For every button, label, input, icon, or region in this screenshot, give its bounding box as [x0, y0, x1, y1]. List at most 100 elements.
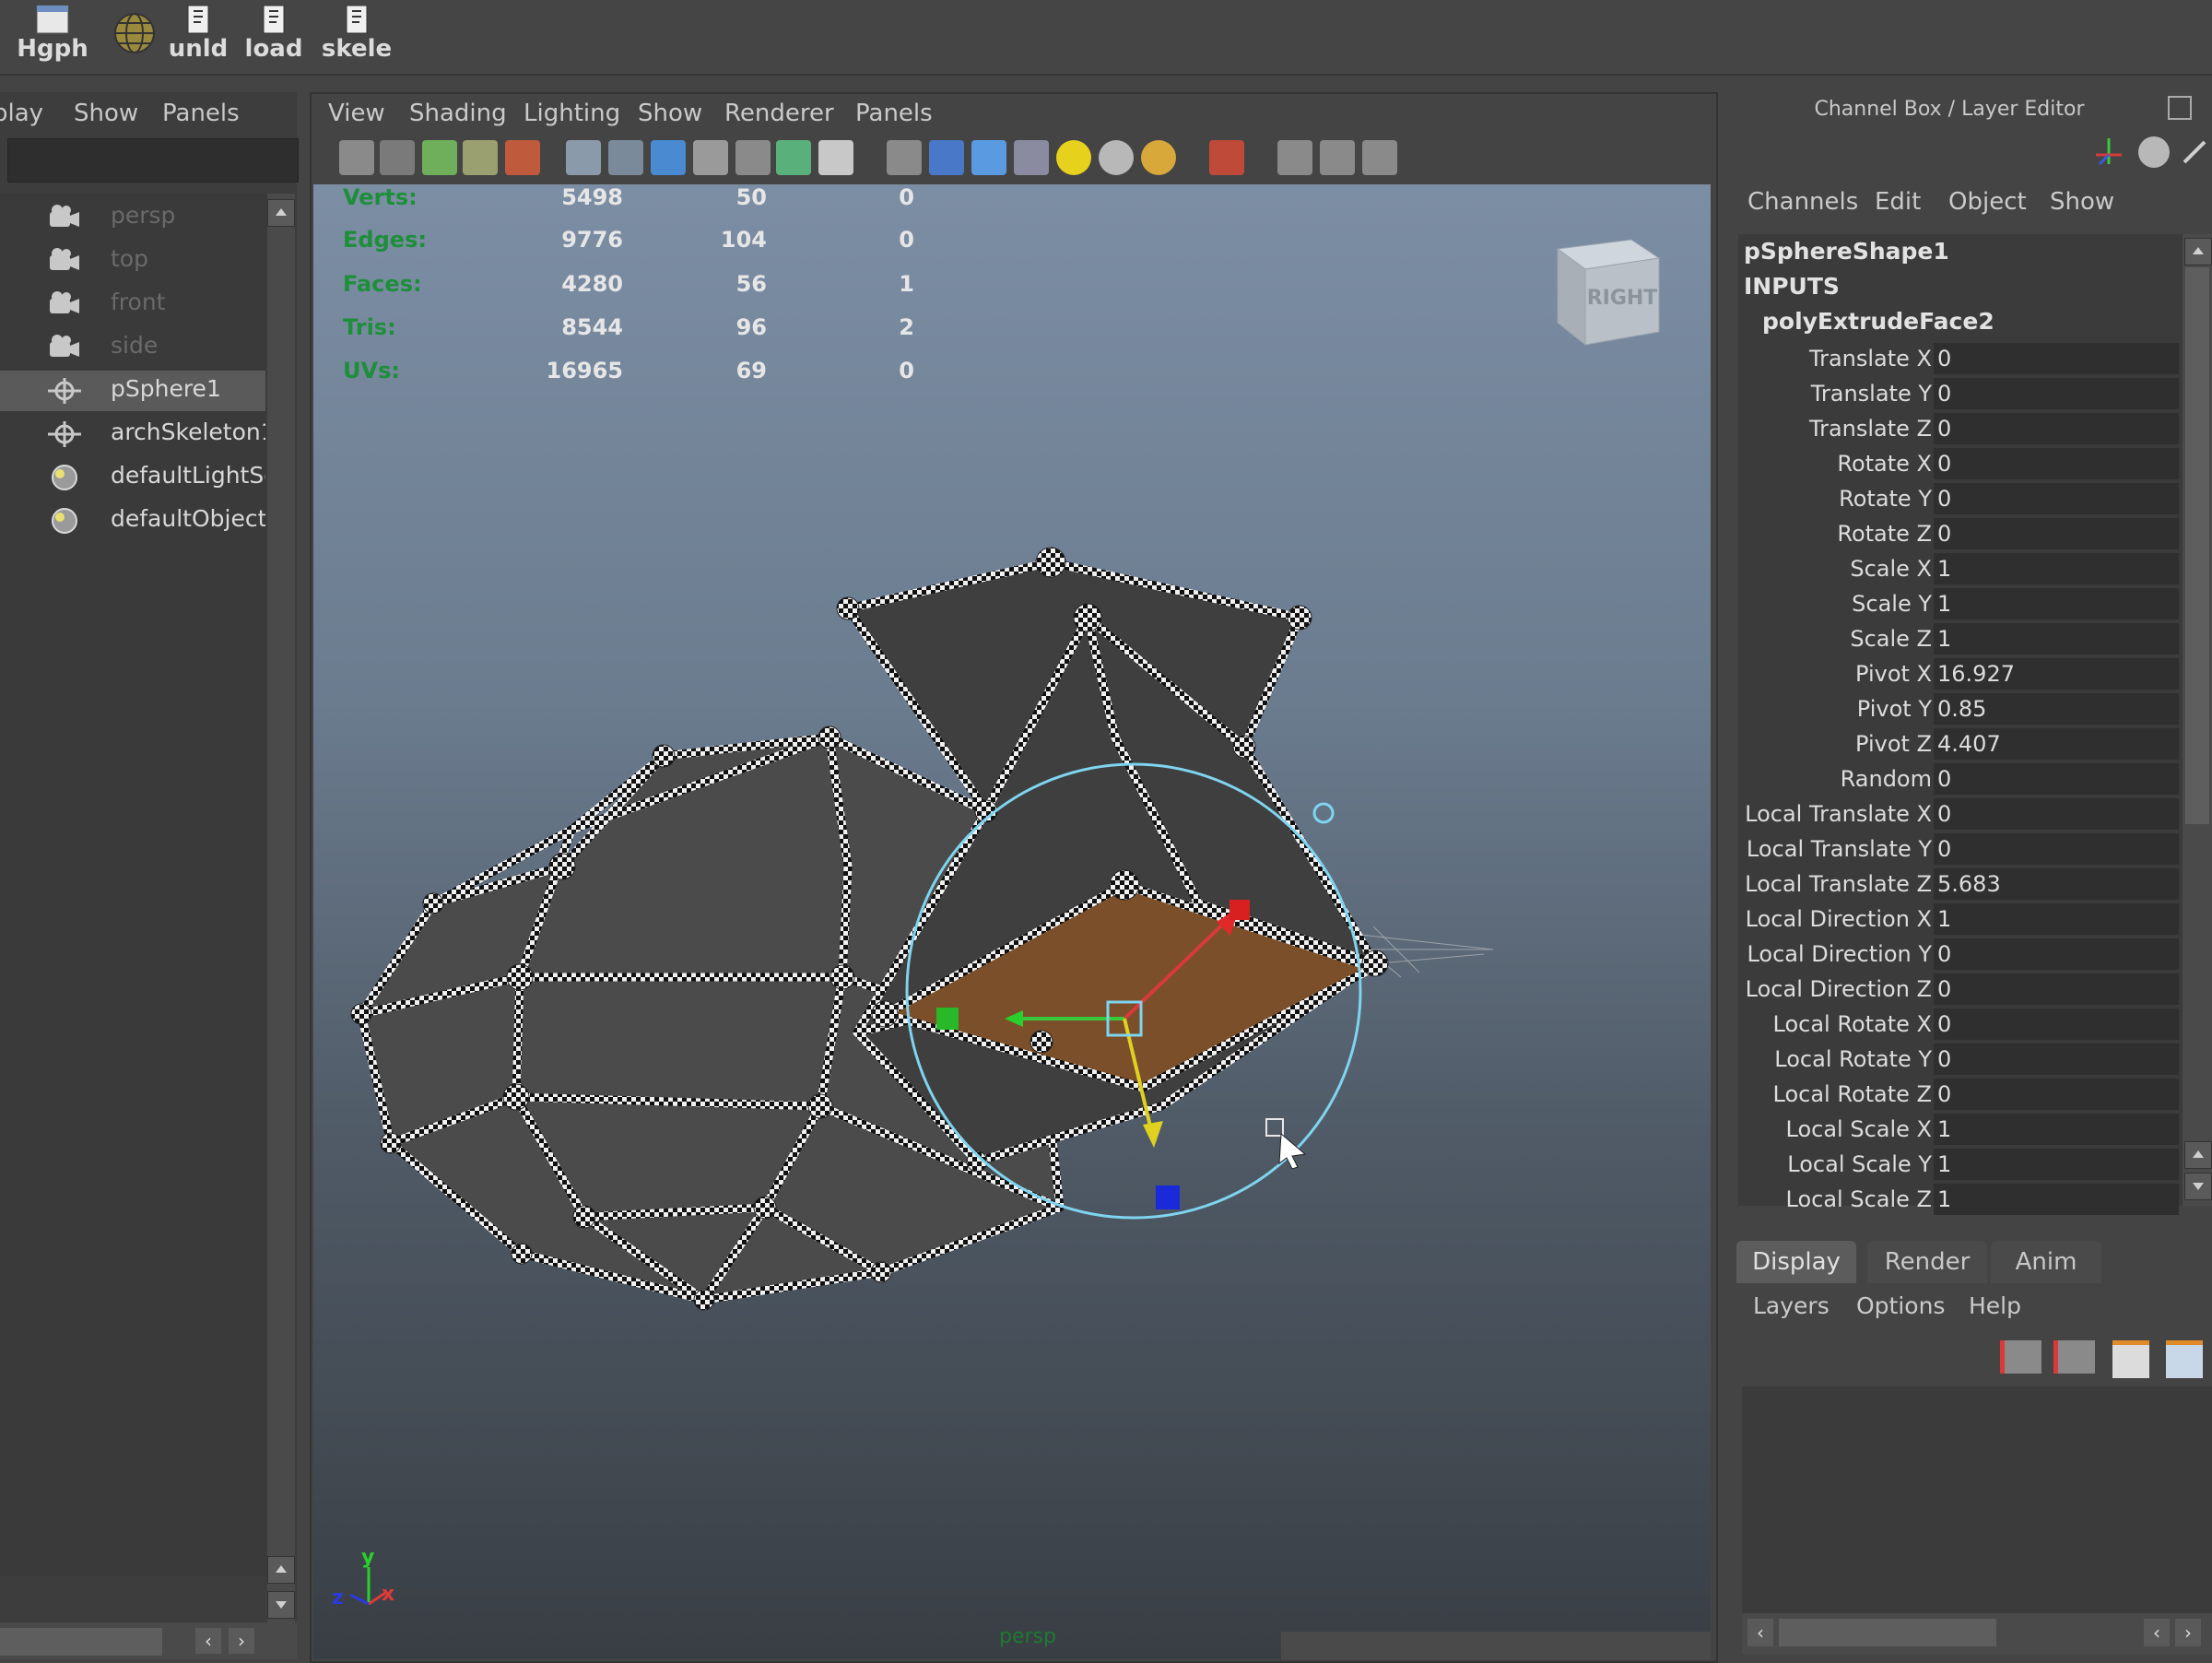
- shadows-icon[interactable]: [1099, 140, 1134, 175]
- shelf-button-hypergraph[interactable]: Hgph: [13, 2, 92, 68]
- channel-row[interactable]: Rotate Y0: [1738, 481, 2183, 516]
- viewport-scrollbar[interactable]: [1281, 1632, 1711, 1659]
- viewport-menu-shading[interactable]: Shading: [409, 100, 507, 127]
- channel-row[interactable]: Random 0: [1738, 761, 2183, 796]
- bookmark-icon[interactable]: [422, 140, 457, 175]
- channel-value-field[interactable]: 1: [1934, 623, 2179, 655]
- scroll-up-button[interactable]: [2184, 1141, 2212, 1169]
- channel-row[interactable]: Rotate X0: [1738, 446, 2183, 481]
- channel-row[interactable]: Translate Y0: [1738, 376, 2183, 411]
- channel-value-field[interactable]: 4.407: [1934, 728, 2179, 760]
- x-ray-joints-icon[interactable]: [1320, 140, 1355, 175]
- channel-value-field[interactable]: 0: [1934, 763, 2179, 795]
- channel-speed-icon[interactable]: [2138, 136, 2170, 168]
- channel-value-field[interactable]: 0: [1934, 518, 2179, 549]
- channel-row[interactable]: Local Translate X0: [1738, 796, 2183, 832]
- channel-row[interactable]: Local Rotate Z0: [1738, 1077, 2183, 1112]
- select-camera-icon[interactable]: [339, 140, 374, 175]
- image-plane-icon[interactable]: [463, 140, 498, 175]
- scroll-down-button[interactable]: [2184, 1173, 2212, 1200]
- channel-value-field[interactable]: 1: [1934, 1114, 2179, 1145]
- resolution-gate-icon[interactable]: [651, 140, 686, 175]
- channel-row[interactable]: Local Direction X1: [1738, 902, 2183, 937]
- outliner-item-defaultobjectset[interactable]: defaultObjectS: [0, 501, 265, 541]
- channel-row[interactable]: Local Scale Y1: [1738, 1147, 2183, 1182]
- channel-row[interactable]: Scale Z1: [1738, 621, 2183, 656]
- gate-mask-icon[interactable]: [693, 140, 728, 175]
- outliner-vertical-scrollbar[interactable]: [267, 194, 295, 1622]
- two-d-pan-zoom-icon[interactable]: [505, 140, 540, 175]
- tab-render[interactable]: Render: [1867, 1241, 1987, 1283]
- outliner-item-psphere1[interactable]: pSphere1: [0, 371, 265, 411]
- channel-value-field[interactable]: 16.927: [1934, 658, 2179, 690]
- channel-value-field[interactable]: 0: [1934, 343, 2179, 374]
- channel-row[interactable]: Local Rotate Y0: [1738, 1042, 2183, 1077]
- viewport-menu-renderer[interactable]: Renderer: [724, 100, 834, 127]
- channel-row[interactable]: Local Rotate X0: [1738, 1007, 2183, 1042]
- outliner-item-defaultlightset[interactable]: defaultLightSe: [0, 457, 265, 498]
- outliner-filter-field[interactable]: [7, 138, 299, 183]
- high-quality-icon[interactable]: [1141, 140, 1176, 175]
- channel-value-field[interactable]: 0: [1934, 448, 2179, 479]
- scrollbar-thumb[interactable]: [2185, 267, 2209, 824]
- viewport-menu-view[interactable]: View: [328, 100, 385, 127]
- tab-anim[interactable]: Anim: [1991, 1241, 2101, 1283]
- channel-value-field[interactable]: 1: [1934, 1184, 2179, 1215]
- layer-menu-help[interactable]: Help: [1969, 1292, 2021, 1319]
- channel-row[interactable]: Local Translate Z 5.683: [1738, 867, 2183, 902]
- channel-row[interactable]: Pivot X 16.927: [1738, 656, 2183, 691]
- channel-value-field[interactable]: 0: [1934, 483, 2179, 514]
- outliner-item-side[interactable]: side: [0, 327, 265, 368]
- shelf-button-load[interactable]: load: [234, 2, 313, 68]
- channel-row[interactable]: Local Direction Z0: [1738, 972, 2183, 1007]
- channel-menu-object[interactable]: Object: [1948, 188, 2027, 216]
- wireframe-icon[interactable]: [887, 140, 922, 175]
- channel-row[interactable]: Translate X0: [1738, 341, 2183, 376]
- scroll-right-button[interactable]: ›: [2175, 1619, 2201, 1646]
- wireframe-on-shaded-icon[interactable]: [971, 140, 1006, 175]
- channel-value-field[interactable]: 0: [1934, 378, 2179, 409]
- scroll-up-button[interactable]: [2184, 238, 2212, 265]
- channel-value-field[interactable]: 0: [1934, 798, 2179, 830]
- new-layer-icon[interactable]: [2112, 1340, 2149, 1378]
- channel-value-field[interactable]: 0: [1934, 1008, 2179, 1040]
- viewport-menu-show[interactable]: Show: [638, 100, 702, 127]
- layer-editor-scrollbar[interactable]: ‹ ‹ ›: [1742, 1613, 2212, 1654]
- channel-row[interactable]: Rotate Z0: [1738, 516, 2183, 551]
- outliner-item-archskeleton1[interactable]: archSkeleton1: [0, 414, 265, 454]
- use-all-lights-icon[interactable]: [1056, 140, 1091, 175]
- scroll-up-button[interactable]: [267, 199, 295, 227]
- safe-title-icon[interactable]: [818, 140, 853, 175]
- shape-node-name[interactable]: pSphereShape1: [1744, 238, 1949, 265]
- move-layer-up-icon[interactable]: [2000, 1340, 2041, 1374]
- film-gate-icon[interactable]: [608, 140, 643, 175]
- channel-row[interactable]: Translate Z0: [1738, 411, 2183, 446]
- channel-value-field[interactable]: 0: [1934, 833, 2179, 865]
- channel-value-field[interactable]: 1: [1934, 1149, 2179, 1180]
- move-layer-down-icon[interactable]: [2053, 1340, 2095, 1374]
- channel-value-field[interactable]: 0: [1934, 1079, 2179, 1110]
- grid-icon[interactable]: [566, 140, 601, 175]
- channel-menu-edit[interactable]: Edit: [1875, 188, 1921, 216]
- manipulator-handle[interactable]: [1312, 802, 1335, 824]
- isolate-select-icon[interactable]: [1209, 140, 1244, 175]
- outliner-item-persp[interactable]: persp: [0, 197, 265, 238]
- camera-attributes-icon[interactable]: [380, 140, 415, 175]
- smooth-shade-icon[interactable]: [929, 140, 964, 175]
- x-ray-icon[interactable]: [1277, 140, 1312, 175]
- channel-row[interactable]: Local Scale X1: [1738, 1112, 2183, 1147]
- channel-menu-show[interactable]: Show: [2050, 188, 2114, 216]
- channel-row[interactable]: Local Direction Y0: [1738, 937, 2183, 972]
- input-node-name[interactable]: polyExtrudeFace2: [1762, 308, 1994, 335]
- outliner-item-front[interactable]: front: [0, 284, 265, 324]
- channel-row[interactable]: Scale X1: [1738, 551, 2183, 586]
- layer-menu-layers[interactable]: Layers: [1753, 1292, 1830, 1319]
- scroll-left-button[interactable]: ‹: [195, 1628, 221, 1654]
- tab-display[interactable]: Display: [1736, 1241, 1856, 1283]
- shelf-button-skele[interactable]: skele: [317, 2, 396, 68]
- channel-value-field[interactable]: 1: [1934, 903, 2179, 935]
- channel-box-scrollbar[interactable]: [2183, 234, 2212, 1206]
- channel-row[interactable]: Local Scale Z1: [1738, 1182, 2183, 1217]
- channel-value-field[interactable]: 5.683: [1934, 868, 2179, 900]
- scroll-right-button[interactable]: ›: [229, 1628, 254, 1654]
